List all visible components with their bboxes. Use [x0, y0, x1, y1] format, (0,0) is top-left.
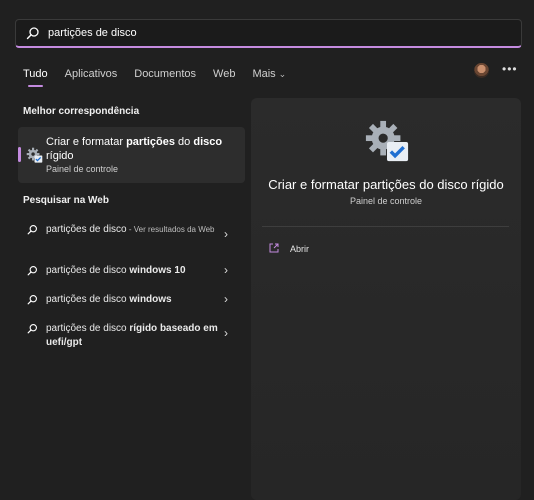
gear-check-icon [364, 119, 410, 170]
web-result-text: partições de disco windows [46, 293, 226, 307]
web-result-bold: windows 10 [129, 265, 186, 276]
detail-subtitle: Painel de controle [349, 196, 423, 206]
web-result-text: partições de disco windows 10 [46, 264, 226, 278]
avatar[interactable] [474, 63, 489, 78]
best-match-heading: Melhor correspondência [23, 106, 140, 117]
web-result-row[interactable]: partições de disco windows › [24, 292, 238, 309]
tab-tudo[interactable]: Tudo [23, 68, 48, 87]
best-match-title: Criar e formatar partições do disco rígi… [46, 135, 236, 163]
detail-panel: Criar e formatar partições do disco rígi… [251, 98, 521, 500]
open-label: Abrir [290, 244, 310, 254]
tab-aplicativos[interactable]: Aplicativos [65, 68, 118, 80]
search-input[interactable] [48, 27, 488, 39]
selection-indicator [18, 147, 21, 162]
search-box[interactable] [15, 19, 522, 48]
divider [262, 226, 509, 227]
search-icon [27, 323, 38, 337]
best-match-item[interactable]: Criar e formatar partições do disco rígi… [18, 127, 245, 183]
web-result-query: partições de disco [46, 224, 127, 235]
tab-documentos[interactable]: Documentos [134, 68, 196, 80]
chevron-right-icon[interactable]: › [224, 227, 228, 241]
web-result-row[interactable]: partições de disco rígido baseado em uef… [24, 322, 238, 350]
best-match-subtitle: Painel de controle [46, 164, 119, 174]
search-icon [27, 294, 38, 308]
tab-mais[interactable]: Mais ⌄ [252, 68, 286, 80]
best-match-title-part: Criar e formatar [46, 136, 127, 148]
web-result-text: partições de disco rígido baseado em uef… [46, 322, 226, 350]
web-result-query: partições de disco [46, 265, 130, 276]
detail-title: Criar e formatar partições do disco rígi… [268, 177, 504, 192]
more-icon[interactable]: ••• [502, 62, 518, 76]
web-result-hint: - Ver resultados da Web [126, 225, 215, 234]
web-search-heading: Pesquisar na Web [23, 195, 109, 206]
web-result-row[interactable]: partições de disco windows 10 › [24, 263, 238, 280]
tab-web[interactable]: Web [213, 68, 235, 80]
chevron-down-icon: ⌄ [278, 69, 287, 79]
web-result-row[interactable]: partições de disco - Ver resultados da W… [24, 223, 238, 251]
web-result-query: partições de disco [46, 323, 130, 334]
chevron-right-icon[interactable]: › [224, 263, 228, 277]
chevron-right-icon[interactable]: › [224, 326, 228, 340]
gear-check-icon [26, 147, 43, 169]
tabs-bar: Tudo Aplicativos Documentos Web Mais ⌄ [23, 66, 303, 87]
web-result-bold: windows [129, 294, 172, 305]
best-match-title-part: do [175, 136, 194, 148]
web-result-text: partições de disco - Ver resultados da W… [46, 223, 226, 237]
search-icon [26, 26, 40, 40]
best-match-title-bold: partições [126, 136, 175, 148]
best-match-title-part: rígido [46, 150, 74, 162]
tab-mais-label: Mais [252, 68, 276, 80]
search-icon [27, 265, 38, 279]
open-button[interactable]: Abrir [269, 240, 309, 258]
best-match-title-bold: disco [193, 136, 223, 148]
search-icon [27, 224, 38, 238]
chevron-right-icon[interactable]: › [224, 292, 228, 306]
web-result-query: partições de disco [46, 294, 130, 305]
open-icon [269, 240, 279, 258]
